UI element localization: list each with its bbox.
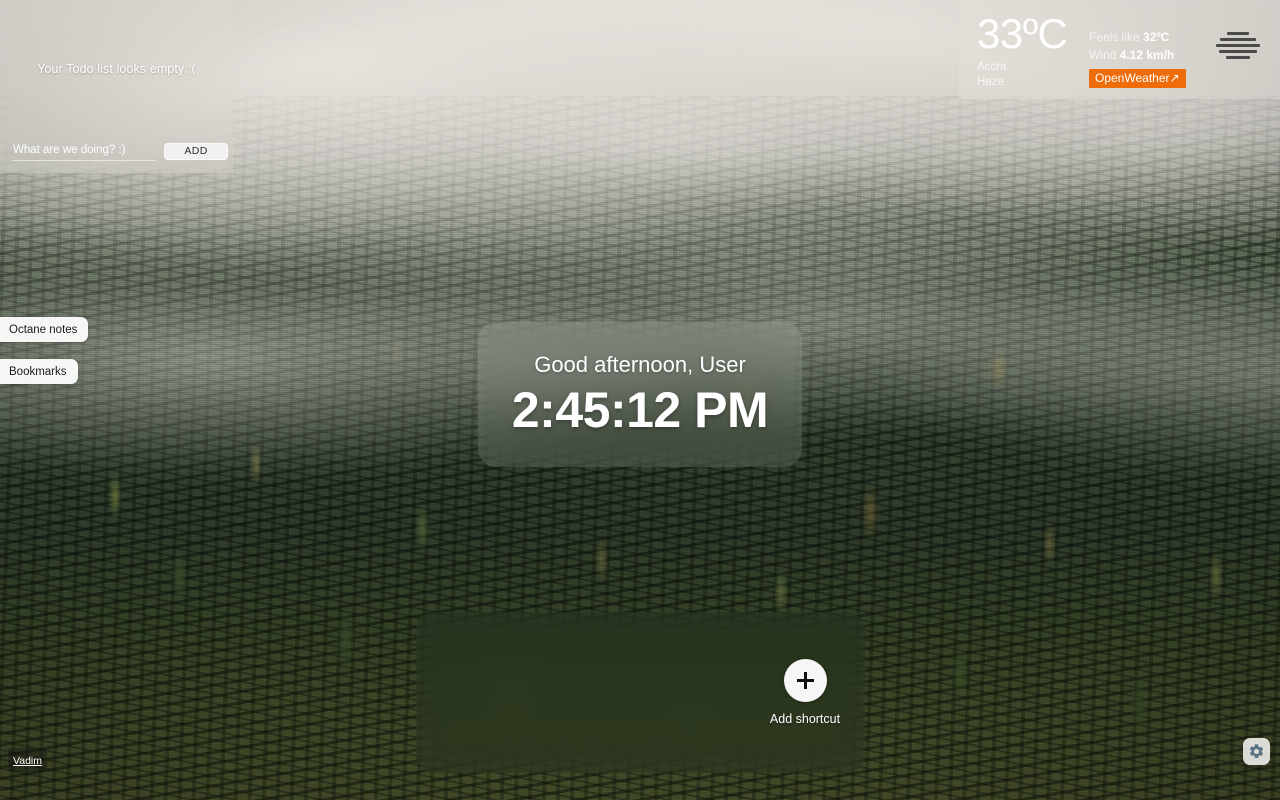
- photo-credit: Vadim: [8, 748, 47, 772]
- shortcuts-panel: Add shortcut: [416, 612, 865, 773]
- sidebar-item-octane-notes[interactable]: Octane notes: [0, 317, 89, 342]
- weather-wind: Wind 4.12 km/h: [1089, 46, 1210, 64]
- add-shortcut-label: Add shortcut: [769, 712, 841, 726]
- haze-icon: [1210, 12, 1266, 59]
- weather-primary: 33ºC Accra Haze: [973, 12, 1089, 90]
- add-shortcut-button[interactable]: Add shortcut: [763, 659, 847, 726]
- openweather-link[interactable]: OpenWeather↗: [1089, 69, 1186, 88]
- plus-icon[interactable]: [783, 659, 827, 702]
- weather-condition: Haze: [977, 76, 1004, 88]
- weather-city: Accra: [977, 61, 1007, 73]
- haze-icon-bar: [1226, 56, 1250, 59]
- sidebar-item-label: Octane notes: [9, 323, 78, 336]
- haze-icon-bar: [1220, 38, 1256, 41]
- weather-wind-value: 4.12 km/h: [1119, 48, 1175, 62]
- todo-empty-message: Your Todo list looks empty :(: [37, 62, 196, 76]
- haze-icon-bar: [1216, 44, 1260, 47]
- weather-widget: 33ºC Accra Haze Feels like 32ºC Wind 4.1…: [959, 0, 1280, 99]
- clock-time: 2:45:12 PM: [511, 381, 769, 438]
- haze-icon-bar: [1219, 50, 1257, 53]
- gear-icon: [1249, 744, 1264, 759]
- weather-feels-like: Feels like 32ºC: [1089, 28, 1210, 46]
- todo-add-button[interactable]: ADD: [164, 143, 228, 160]
- settings-button[interactable]: [1243, 738, 1270, 765]
- sidebar-item-label: Bookmarks: [9, 365, 67, 378]
- haze-icon-bar: [1227, 32, 1249, 35]
- new-tab-page: Your Todo list looks empty :( ADD 33ºC A…: [0, 0, 1280, 800]
- sidebar-item-bookmarks[interactable]: Bookmarks: [0, 359, 78, 384]
- photo-credit-link[interactable]: Vadim: [13, 755, 42, 767]
- weather-wind-label: Wind: [1089, 48, 1117, 62]
- weather-feels-like-label: Feels like: [1089, 30, 1140, 44]
- clock-panel: Good afternoon, User 2:45:12 PM: [478, 322, 802, 467]
- greeting-text: Good afternoon, User: [534, 351, 746, 377]
- todo-widget: Your Todo list looks empty :( ADD: [0, 0, 233, 173]
- weather-temperature: 33ºC: [977, 10, 1068, 57]
- todo-add-form: ADD: [0, 142, 233, 173]
- weather-details: Feels like 32ºC Wind 4.12 km/h OpenWeath…: [1089, 12, 1210, 88]
- todo-input[interactable]: [12, 142, 156, 161]
- weather-feels-like-value: 32ºC: [1143, 30, 1170, 44]
